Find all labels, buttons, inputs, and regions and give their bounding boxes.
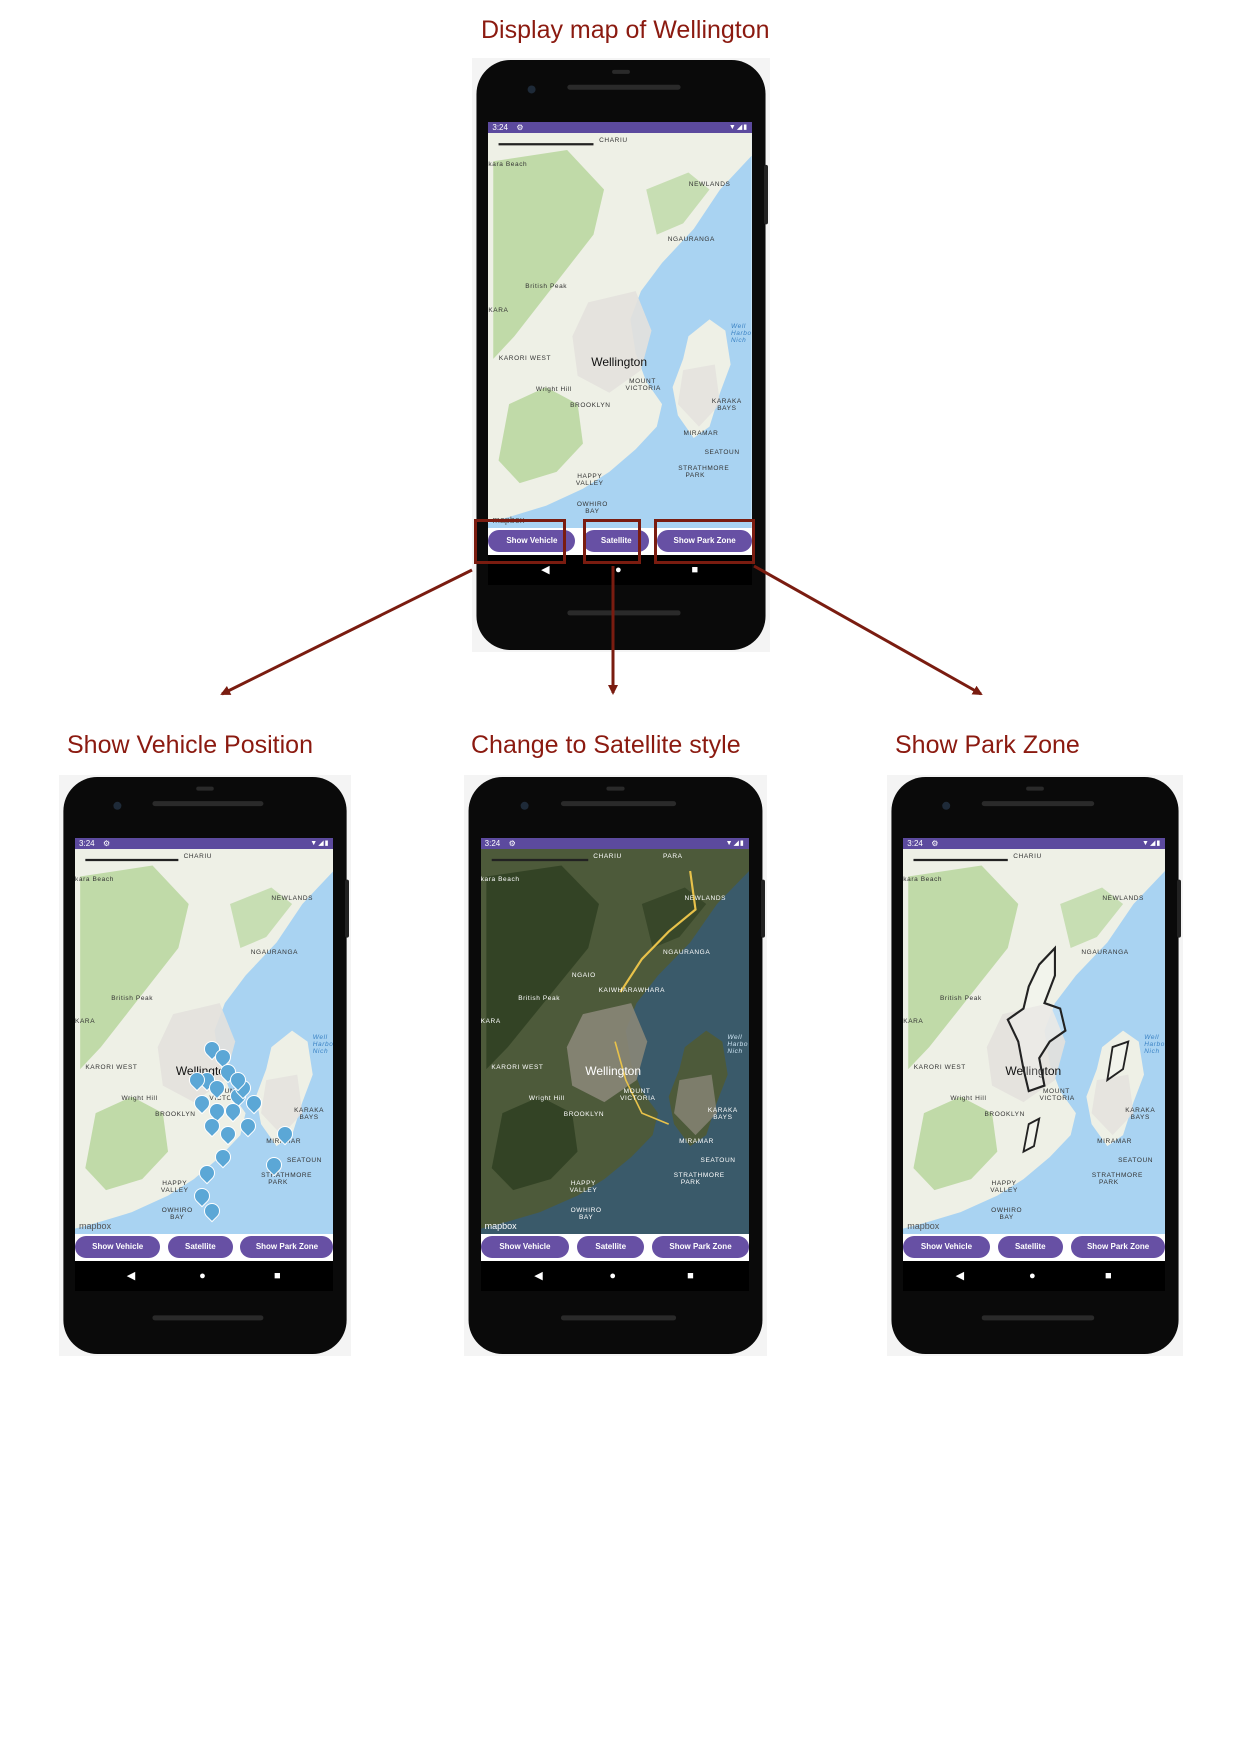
arrow-to-vehicle <box>220 568 473 696</box>
flow-arrows <box>220 564 983 696</box>
arrow-to-parkzone <box>753 564 983 696</box>
